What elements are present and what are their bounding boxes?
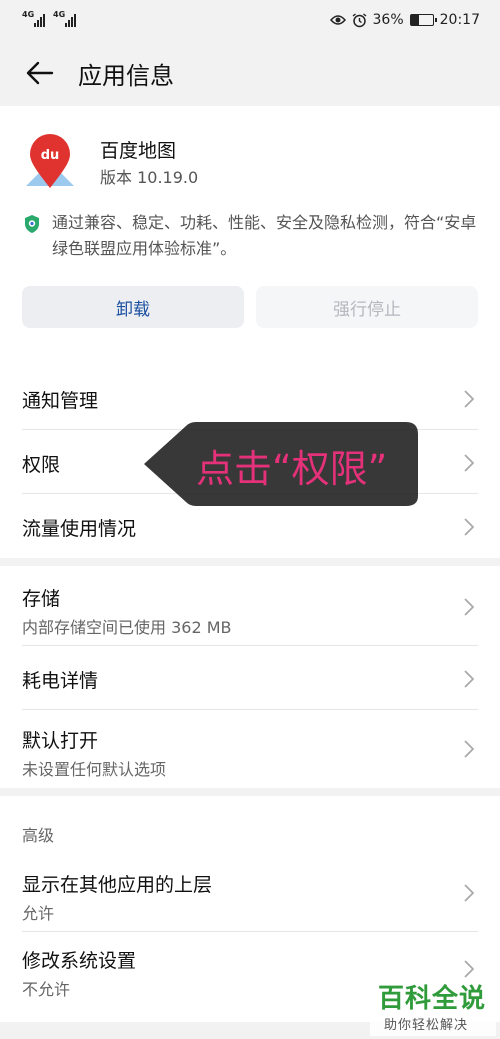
watermark-main: 百科全说 bbox=[378, 984, 487, 1014]
status-bar: 4G 4G 36% 20:17 bbox=[0, 0, 500, 40]
watermark-logo: 百科全说 助你轻松解决 bbox=[370, 978, 496, 1036]
battery-fill bbox=[410, 15, 419, 25]
uninstall-button[interactable]: 卸载 bbox=[22, 286, 244, 328]
green-alliance-notice: 通过兼容、稳定、功耗、性能、安全及隐私检测，符合“安卓绿色联盟应用体验标准”。 bbox=[22, 210, 478, 262]
permissions-label: 权限 bbox=[22, 454, 61, 476]
storage-usage-text: 内部存储空间已使用 362 MB bbox=[22, 618, 232, 637]
display-over-other-apps-label: 显示在其他应用的上层 bbox=[22, 874, 213, 896]
chevron-right-icon bbox=[464, 518, 474, 536]
page-title: 应用信息 bbox=[78, 61, 174, 90]
back-button[interactable] bbox=[22, 55, 58, 91]
modify-system-settings-label: 修改系统设置 bbox=[22, 950, 137, 972]
notification-management-item[interactable]: 通知管理 bbox=[22, 352, 478, 430]
data-usage-item[interactable]: 流量使用情况 bbox=[22, 494, 478, 558]
display-over-other-apps-item[interactable]: 显示在其他应用的上层 允许 bbox=[22, 858, 478, 932]
chevron-right-icon bbox=[464, 598, 474, 616]
data-usage-label: 流量使用情况 bbox=[22, 518, 137, 540]
app-version: 版本 10.19.0 bbox=[100, 168, 199, 187]
alarm-icon bbox=[352, 12, 366, 27]
signal-label-2: 4G bbox=[53, 10, 66, 19]
default-open-status: 未设置任何默认选项 bbox=[22, 760, 167, 779]
battery-icon bbox=[409, 14, 437, 26]
clock: 20:17 bbox=[439, 12, 480, 28]
status-right: 36% 20:17 bbox=[329, 12, 480, 28]
chevron-right-icon bbox=[464, 960, 474, 978]
storage-label: 存储 bbox=[22, 588, 61, 610]
app-bar: 应用信息 bbox=[0, 40, 500, 106]
green-notice-text: 通过兼容、稳定、功耗、性能、安全及隐私检测，符合“安卓绿色联盟应用体验标准”。 bbox=[52, 213, 477, 258]
shield-check-icon bbox=[25, 215, 39, 233]
arrow-left-icon bbox=[26, 61, 54, 85]
advanced-section-header: 高级 bbox=[22, 826, 55, 845]
display-over-other-apps-status: 允许 bbox=[22, 904, 55, 923]
svg-text:du: du bbox=[41, 148, 60, 163]
signal-icon: 4G bbox=[22, 10, 45, 27]
eye-icon bbox=[329, 15, 346, 25]
storage-item[interactable]: 存储 内部存储空间已使用 362 MB bbox=[22, 566, 478, 646]
settings-group-storage: 存储 内部存储空间已使用 362 MB 耗电详情 默认打开 未设置任何默认选项 bbox=[0, 566, 500, 788]
chevron-right-icon bbox=[464, 740, 474, 758]
status-left: 4G 4G bbox=[22, 10, 76, 27]
signal-label: 4G bbox=[22, 10, 35, 19]
power-usage-item[interactable]: 耗电详情 bbox=[22, 646, 478, 710]
force-stop-button[interactable]: 强行停止 bbox=[256, 286, 478, 328]
chevron-right-icon bbox=[464, 390, 474, 408]
app-name: 百度地图 bbox=[100, 140, 177, 162]
chevron-right-icon bbox=[464, 884, 474, 902]
default-open-label: 默认打开 bbox=[22, 730, 99, 752]
chevron-right-icon bbox=[464, 454, 474, 472]
app-info-card: du 百度地图 版本 10.19.0 通过兼容、稳定、功耗、性能、安全及隐私检测… bbox=[0, 106, 500, 352]
battery-percent: 36% bbox=[372, 12, 404, 28]
watermark-sub: 助你轻松解决 bbox=[384, 1018, 469, 1033]
default-open-item[interactable]: 默认打开 未设置任何默认选项 bbox=[22, 710, 478, 788]
notification-management-label: 通知管理 bbox=[22, 390, 99, 412]
power-usage-label: 耗电详情 bbox=[22, 670, 99, 692]
baidu-maps-app-icon: du bbox=[26, 134, 74, 188]
signal-icon-2: 4G bbox=[53, 10, 76, 27]
tutorial-callout-text: 点击“权限” bbox=[196, 447, 388, 491]
modify-system-settings-status: 不允许 bbox=[22, 980, 71, 999]
chevron-right-icon bbox=[464, 670, 474, 688]
